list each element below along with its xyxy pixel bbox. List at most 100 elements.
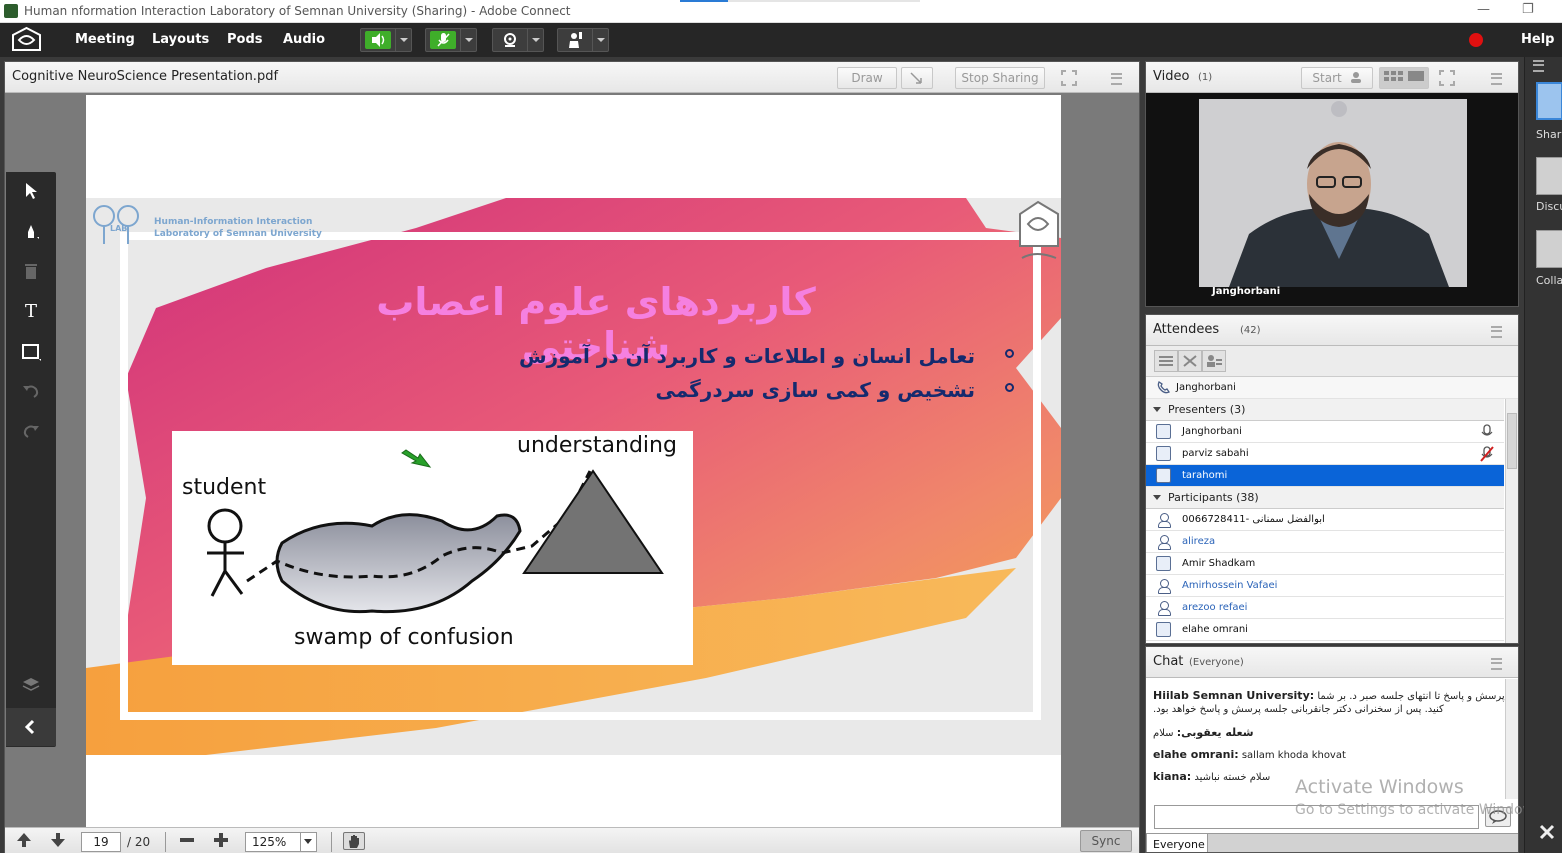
webcam-button[interactable] bbox=[492, 28, 544, 52]
attendee-row[interactable]: Amir Shadkam bbox=[1146, 553, 1504, 575]
rectangle-shape-icon[interactable] bbox=[21, 342, 41, 362]
attendees-pod-menu-icon[interactable] bbox=[1491, 326, 1507, 338]
pointer-toggle-icon bbox=[910, 72, 922, 84]
selection-arrow-icon[interactable] bbox=[21, 182, 41, 202]
text-tool-icon[interactable]: T bbox=[21, 302, 41, 322]
attendee-row[interactable]: alireza bbox=[1146, 531, 1504, 553]
attendee-row[interactable]: 0066728411- ابوالفضل سمنانی bbox=[1146, 509, 1504, 531]
title-accent-strip bbox=[728, 0, 920, 2]
slide-bullet-1: تعامل انسان و اطلاعات و کاربرد آن در آمو… bbox=[518, 344, 975, 368]
participants-group[interactable]: Participants (38) bbox=[1146, 487, 1504, 509]
redo-icon[interactable] bbox=[21, 422, 41, 442]
attendee-name: tarahomi bbox=[1182, 470, 1228, 481]
layout-label-discussion[interactable]: Discu bbox=[1536, 200, 1562, 213]
attendee-row[interactable]: parviz sabahi bbox=[1146, 443, 1504, 465]
chevron-left-icon bbox=[24, 719, 35, 735]
start-webcam-button[interactable]: Start bbox=[1301, 67, 1373, 89]
share-pod-menu-icon[interactable] bbox=[1111, 73, 1127, 85]
pointer-toggle-button[interactable] bbox=[901, 67, 933, 89]
menu-audio[interactable]: Audio bbox=[283, 32, 325, 47]
attendee-row-selected[interactable]: tarahomi bbox=[1146, 465, 1504, 487]
maximize-button[interactable]: ❐ bbox=[1522, 2, 1534, 17]
highlighter-pen-icon[interactable] bbox=[21, 222, 41, 242]
layout-thumb-discussion[interactable] bbox=[1536, 157, 1562, 195]
layout-thumb-collaboration[interactable] bbox=[1536, 230, 1562, 268]
semnan-university-logo-icon bbox=[1019, 200, 1059, 259]
minimize-button[interactable]: — bbox=[1477, 2, 1490, 17]
sync-button[interactable]: Sync bbox=[1080, 830, 1132, 852]
zoom-in-icon[interactable] bbox=[212, 832, 230, 850]
video-pod-count: (1) bbox=[1198, 72, 1213, 83]
video-layout-button[interactable] bbox=[1379, 67, 1429, 89]
chat-message: elahe omrani: sallam khoda khovat bbox=[1153, 748, 1346, 761]
main-menu-bar: Meeting Layouts Pods Audio Help bbox=[0, 23, 1562, 57]
chat-pod-menu-icon[interactable] bbox=[1491, 658, 1507, 670]
attendee-row[interactable]: Janghorbani bbox=[1146, 421, 1504, 443]
attendees-scroll-thumb[interactable] bbox=[1507, 413, 1517, 469]
attendee-status-view-icon[interactable] bbox=[1202, 350, 1226, 372]
zoom-out-icon[interactable] bbox=[178, 832, 196, 850]
microphone-active-icon bbox=[1481, 424, 1493, 436]
layers-icon[interactable] bbox=[21, 676, 41, 696]
presenters-group[interactable]: Presenters (3) bbox=[1146, 399, 1504, 421]
recording-indicator-icon[interactable] bbox=[1469, 33, 1483, 47]
attendee-row[interactable]: elahe omrani bbox=[1146, 619, 1504, 641]
figure-label-student: student bbox=[182, 475, 267, 500]
microphone-dropdown-icon[interactable] bbox=[460, 29, 476, 51]
menu-meeting[interactable]: Meeting bbox=[75, 32, 135, 47]
zoom-select[interactable]: 125% bbox=[245, 832, 317, 852]
menu-layouts[interactable]: Layouts bbox=[152, 32, 209, 47]
layout-label-sharing[interactable]: Shari bbox=[1536, 128, 1562, 141]
hand-pan-tool-icon[interactable] bbox=[343, 832, 365, 850]
status-dropdown-icon[interactable] bbox=[592, 29, 608, 51]
attendees-pod-title: Attendees bbox=[1153, 322, 1220, 337]
page-number-input[interactable]: 19 bbox=[81, 832, 121, 852]
zoom-value: 125% bbox=[252, 835, 287, 849]
attendees-scrollbar[interactable] bbox=[1505, 399, 1518, 643]
fullscreen-icon[interactable] bbox=[1061, 70, 1077, 86]
raise-hand-button[interactable] bbox=[557, 28, 609, 52]
attendees-pod: Attendees (42) Janghorbani Presenters (3… bbox=[1145, 314, 1519, 644]
chat-pod-header: Chat (Everyone) bbox=[1146, 647, 1518, 678]
attendee-row[interactable]: arezoo refaei bbox=[1146, 597, 1504, 619]
close-layouts-icon[interactable] bbox=[1538, 823, 1556, 841]
microphone-button[interactable] bbox=[425, 28, 477, 52]
previous-page-arrow-icon[interactable] bbox=[15, 832, 33, 850]
layouts-bar: Shari Discu Colla bbox=[1524, 57, 1562, 853]
attendees-pod-header: Attendees (42) bbox=[1146, 315, 1518, 346]
participant-icon bbox=[1156, 600, 1171, 616]
speaker-dropdown-icon[interactable] bbox=[395, 29, 411, 51]
webcam-dropdown-icon[interactable] bbox=[527, 29, 543, 51]
participants-group-label: Participants (38) bbox=[1168, 491, 1259, 504]
chat-sender: kiana: bbox=[1153, 770, 1192, 783]
video-pod-menu-icon[interactable] bbox=[1491, 73, 1507, 85]
chat-sender: شعله یعقوبی: bbox=[1176, 726, 1254, 739]
attendee-row[interactable]: Amirhossein Vafaei bbox=[1146, 575, 1504, 597]
window-title: Human nformation Interaction Laboratory … bbox=[24, 4, 571, 18]
layout-thumb-sharing[interactable] bbox=[1536, 82, 1562, 120]
layouts-menu-icon[interactable] bbox=[1533, 60, 1549, 72]
chat-message: شعله یعقوبی: سلام bbox=[1153, 726, 1254, 739]
speaker-button[interactable] bbox=[360, 28, 412, 52]
stop-sharing-button[interactable]: Stop Sharing bbox=[955, 67, 1045, 89]
breakout-rooms-icon[interactable] bbox=[1178, 350, 1202, 372]
drawing-toolbar: T bbox=[6, 172, 56, 747]
participant-with-phone-icon bbox=[1156, 622, 1171, 637]
undo-icon[interactable] bbox=[21, 382, 41, 402]
trash-icon[interactable] bbox=[21, 262, 41, 282]
hii-lab-mark: LAB bbox=[110, 224, 128, 233]
next-page-arrow-icon[interactable] bbox=[49, 832, 67, 850]
video-fullscreen-icon[interactable] bbox=[1439, 70, 1455, 86]
chat-tab-everyone[interactable]: Everyone bbox=[1146, 833, 1208, 852]
chat-scrollbar[interactable] bbox=[1505, 679, 1518, 799]
host-row[interactable]: Janghorbani bbox=[1146, 377, 1518, 399]
collapse-toolbar-button[interactable] bbox=[6, 708, 56, 746]
draw-button[interactable]: Draw bbox=[837, 67, 897, 89]
menu-help[interactable]: Help bbox=[1521, 32, 1554, 47]
attendee-name: arezoo refaei bbox=[1182, 602, 1248, 613]
layout-label-collaboration[interactable]: Colla bbox=[1536, 274, 1562, 287]
menu-pods[interactable]: Pods bbox=[227, 32, 263, 47]
attendee-list-view-icon[interactable] bbox=[1154, 350, 1178, 372]
video-grid-icon bbox=[1384, 71, 1424, 81]
zoom-dropdown-icon[interactable] bbox=[300, 833, 316, 851]
